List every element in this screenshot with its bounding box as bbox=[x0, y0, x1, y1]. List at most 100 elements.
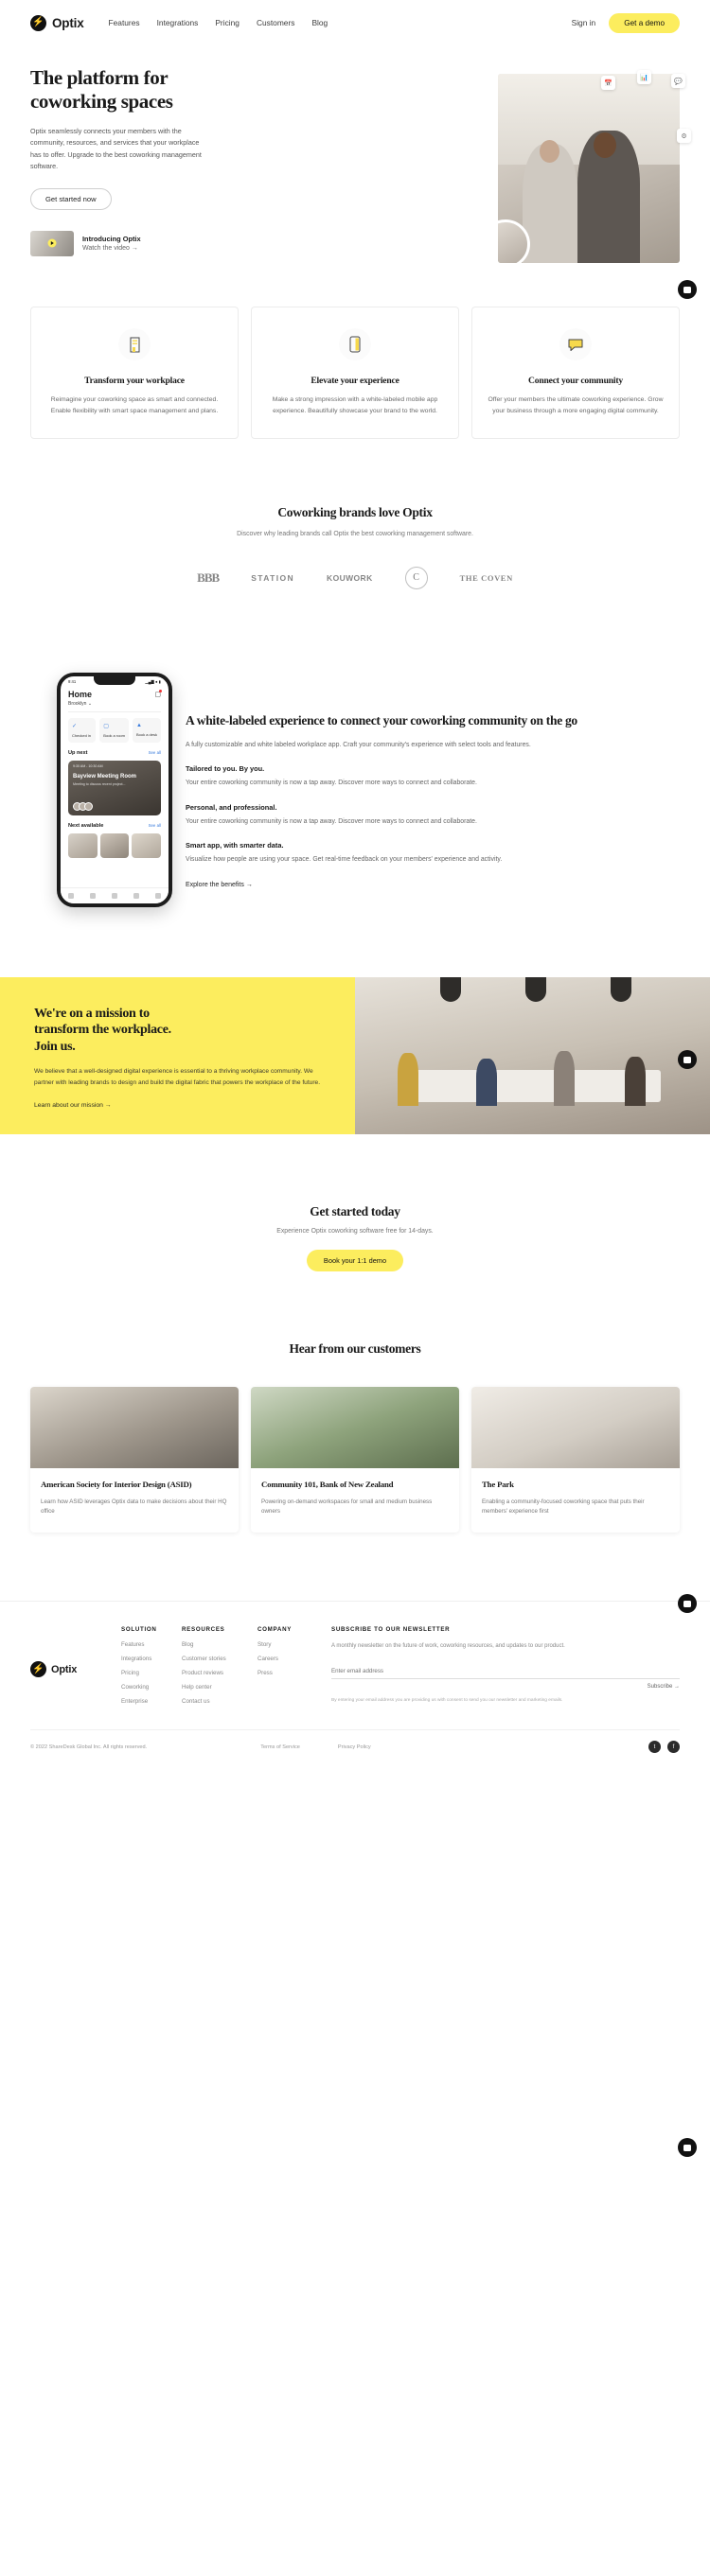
footer-column-company: COMPANY Story Careers Press bbox=[257, 1626, 318, 1712]
event-title: Bayview Meeting Room bbox=[73, 773, 137, 780]
customer-title: American Society for Interior Design (AS… bbox=[41, 1479, 192, 1489]
footer-link-features[interactable]: Features bbox=[121, 1641, 182, 1648]
customers-title: Hear from our customers bbox=[289, 1341, 421, 1356]
footer-column-heading: RESOURCES bbox=[182, 1626, 225, 1633]
app-point-body: Visualize how people are using your spac… bbox=[186, 856, 503, 864]
chat-widget-button[interactable] bbox=[678, 2138, 697, 2157]
footer-column-resources: RESOURCES Blog Customer stories Product … bbox=[182, 1626, 257, 1712]
newsletter-disclaimer: By entering your email address you are p… bbox=[331, 1698, 563, 1704]
get-started-now-button[interactable]: Get started now bbox=[30, 187, 112, 210]
app-lead: A fully customizable and white labeled w… bbox=[186, 742, 531, 749]
hero-subtitle: Optix seamlessly connects your members w… bbox=[30, 126, 202, 171]
video-text: Introducing Optix Watch the video → bbox=[82, 235, 141, 252]
quick-action-book-room[interactable]: ▢ Book a room bbox=[99, 717, 129, 743]
customer-card[interactable]: American Society for Interior Design (AS… bbox=[30, 1386, 239, 1533]
newsletter-heading: SUBSCRIBE TO OUR NEWSLETTER bbox=[331, 1626, 451, 1633]
newsletter-actions: Subscribe → bbox=[331, 1684, 680, 1690]
quick-action-checked-in[interactable]: ✓ Checked in bbox=[68, 717, 97, 743]
phone-location-selector[interactable]: Brooklyn ⌄ bbox=[61, 699, 169, 707]
feature-body: Reimagine your coworking space as smart … bbox=[50, 396, 219, 414]
newsletter-email-input[interactable] bbox=[331, 1664, 680, 1680]
explore-benefits-link[interactable]: Explore the benefits → bbox=[186, 882, 680, 888]
privacy-policy-link[interactable]: Privacy Policy bbox=[338, 1744, 371, 1750]
footer-link-coworking[interactable]: Coworking bbox=[121, 1684, 182, 1691]
hero-copy: The platform for coworking spaces Optix … bbox=[30, 66, 220, 256]
phone-upnext-header: Up next See all bbox=[61, 743, 169, 756]
intro-video-card[interactable]: Introducing Optix Watch the video → bbox=[30, 230, 220, 256]
social-links: t f bbox=[648, 1741, 680, 1753]
footer-link-story[interactable]: Story bbox=[257, 1641, 318, 1648]
mobile-phone-icon bbox=[339, 328, 371, 360]
customer-card[interactable]: Community 101, Bank of New Zealand Power… bbox=[251, 1386, 459, 1533]
feature-card-connect[interactable]: Connect your community Offer your member… bbox=[471, 307, 680, 439]
newsletter-signup: SUBSCRIBE TO OUR NEWSLETTER A monthly ne… bbox=[318, 1626, 680, 1712]
customer-body: The Park Enabling a community-focused co… bbox=[471, 1468, 680, 1533]
phone-header: Home ▢ bbox=[61, 684, 169, 699]
chat-widget-button[interactable] bbox=[678, 1050, 697, 1069]
customer-title: The Park bbox=[482, 1479, 514, 1489]
room-thumb[interactable] bbox=[68, 832, 98, 858]
get-a-demo-button[interactable]: Get a demo bbox=[609, 12, 680, 33]
customer-description: Learn how ASID leverages Optix data to m… bbox=[41, 1498, 227, 1516]
chat-widget-button[interactable] bbox=[678, 1594, 697, 1613]
brand-logo[interactable]: ⚡ Optix bbox=[30, 14, 84, 31]
terms-of-service-link[interactable]: Terms of Service bbox=[260, 1744, 300, 1750]
customer-card[interactable]: The Park Enabling a community-focused co… bbox=[471, 1386, 680, 1533]
nav-item-features[interactable]: Features bbox=[109, 18, 140, 27]
chat-widget-button[interactable] bbox=[678, 280, 697, 299]
footer-link-pricing[interactable]: Pricing bbox=[121, 1670, 182, 1676]
nav-item-customers[interactable]: Customers bbox=[257, 18, 295, 27]
footer-link-integrations[interactable]: Integrations bbox=[121, 1656, 182, 1662]
learn-about-mission-link[interactable]: Learn about our mission → bbox=[34, 1102, 321, 1109]
logo-c: C bbox=[404, 566, 428, 589]
primary-nav: Features Integrations Pricing Customers … bbox=[109, 18, 328, 27]
watch-video-link[interactable]: Watch the video → bbox=[82, 245, 141, 252]
settings-icon: ⚙ bbox=[677, 129, 691, 143]
facebook-icon[interactable]: f bbox=[667, 1741, 680, 1753]
tab-profile-icon[interactable] bbox=[154, 892, 161, 899]
feature-title: Transform your workplace bbox=[84, 376, 185, 386]
book-demo-button[interactable]: Book your 1:1 demo bbox=[306, 1249, 404, 1271]
upnext-see-all[interactable]: See all bbox=[149, 750, 161, 755]
subscribe-button[interactable]: Subscribe → bbox=[648, 1684, 680, 1690]
tab-book-icon[interactable] bbox=[111, 892, 117, 899]
phone-event-card[interactable]: 9:30 AM - 10:30 AM Bayview Meeting Room … bbox=[68, 760, 161, 815]
sign-in-link[interactable]: Sign in bbox=[572, 18, 596, 27]
nav-item-integrations[interactable]: Integrations bbox=[157, 18, 199, 27]
twitter-icon[interactable]: t bbox=[648, 1741, 661, 1753]
lightning-bolt-icon: ⚡ bbox=[30, 14, 46, 31]
customer-body: American Society for Interior Design (AS… bbox=[30, 1468, 239, 1533]
room-thumb[interactable] bbox=[99, 832, 130, 858]
footer-link-press[interactable]: Press bbox=[257, 1670, 318, 1676]
customer-image bbox=[471, 1386, 680, 1468]
nav-item-pricing[interactable]: Pricing bbox=[215, 18, 240, 27]
footer-column-heading: COMPANY bbox=[257, 1626, 293, 1633]
tab-explore-icon[interactable] bbox=[90, 892, 97, 899]
message-icon[interactable]: ▢ bbox=[154, 689, 162, 698]
video-title: Introducing Optix bbox=[82, 235, 141, 244]
brand-logos: BBB STATION KOUWORK C THE COVEN bbox=[30, 566, 680, 589]
footer-link-customer-stories[interactable]: Customer stories bbox=[182, 1656, 257, 1662]
customers-section: Hear from our customers American Society… bbox=[0, 1271, 710, 1533]
cube-icon: ▢ bbox=[103, 723, 109, 729]
room-thumb[interactable] bbox=[132, 832, 162, 858]
feature-card-transform[interactable]: Transform your workplace Reimagine your … bbox=[30, 307, 239, 439]
feature-card-elevate[interactable]: Elevate your experience Make a strong im… bbox=[251, 307, 459, 439]
person bbox=[554, 1050, 575, 1106]
phone-quick-actions: ✓ Checked in ▢ Book a room ▲ Book a desk bbox=[61, 712, 169, 743]
brand-name: Optix bbox=[52, 15, 84, 30]
footer-link-contact-us[interactable]: Contact us bbox=[182, 1698, 257, 1705]
quick-action-book-desk[interactable]: ▲ Book a desk bbox=[132, 717, 161, 743]
next-see-all[interactable]: See all bbox=[149, 823, 161, 828]
footer-brand[interactable]: ⚡ Optix bbox=[30, 1626, 121, 1712]
tab-home-icon[interactable] bbox=[68, 892, 75, 899]
hero-photo bbox=[498, 74, 680, 263]
footer-link-blog[interactable]: Blog bbox=[182, 1641, 257, 1648]
footer-link-enterprise[interactable]: Enterprise bbox=[121, 1698, 182, 1705]
tab-community-icon[interactable] bbox=[133, 892, 139, 899]
video-thumbnail[interactable] bbox=[30, 230, 74, 256]
footer-link-careers[interactable]: Careers bbox=[257, 1656, 318, 1662]
footer-link-help-center[interactable]: Help center bbox=[182, 1684, 257, 1691]
footer-link-product-reviews[interactable]: Product reviews bbox=[182, 1670, 257, 1676]
nav-item-blog[interactable]: Blog bbox=[311, 18, 328, 27]
